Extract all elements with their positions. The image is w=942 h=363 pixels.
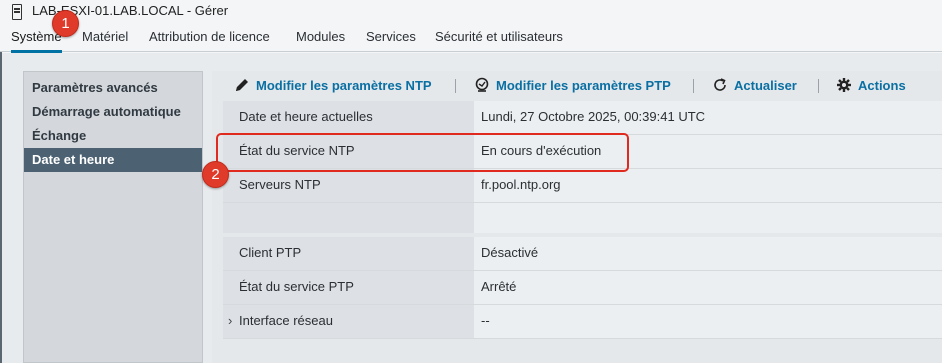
row-value: -- — [474, 305, 942, 338]
refresh-icon — [712, 77, 728, 93]
pencil-icon — [234, 77, 250, 93]
tab-services[interactable]: Services — [366, 29, 416, 50]
nav-item-parametres-avances[interactable]: Paramètres avancés — [24, 76, 202, 100]
table-row: Client PTP Désactivé — [223, 237, 942, 271]
table-row: Serveurs NTP fr.pool.ntp.org — [223, 169, 942, 203]
refresh-button[interactable]: Actualiser — [712, 77, 797, 93]
edit-ptp-label: Modifier les paramètres PTP — [496, 77, 671, 93]
row-label: Client PTP — [223, 237, 474, 270]
content-area: Paramètres avancés Démarrage automatique… — [2, 53, 942, 363]
table-spacer — [223, 203, 942, 233]
annotation-badge-2: 2 — [202, 161, 229, 188]
ntp-status-highlight — [216, 133, 629, 172]
chevron-right-icon[interactable]: › — [228, 313, 232, 328]
toolbar-divider — [693, 79, 694, 93]
row-label: › Interface réseau — [223, 305, 474, 338]
nav-item-echange[interactable]: Échange — [24, 124, 202, 148]
table-row: Date et heure actuelles Lundi, 27 Octobr… — [223, 101, 942, 135]
tab-modules[interactable]: Modules — [296, 29, 345, 50]
title-bar: LAB-ESXI-01.LAB.LOCAL - Gérer — [0, 0, 942, 22]
tab-licence[interactable]: Attribution de licence — [149, 29, 270, 50]
tab-materiel[interactable]: Matériel — [82, 29, 128, 50]
refresh-label: Actualiser — [734, 77, 797, 93]
ptp-icon — [474, 77, 490, 93]
tab-systeme[interactable]: Système — [11, 29, 62, 53]
tab-securite[interactable]: Sécurité et utilisateurs — [435, 29, 563, 50]
edit-ptp-button[interactable]: Modifier les paramètres PTP — [474, 77, 671, 93]
toolbar-divider — [818, 79, 819, 93]
edit-ntp-button[interactable]: Modifier les paramètres NTP — [234, 77, 432, 93]
nav-item-date-et-heure[interactable]: Date et heure — [24, 148, 202, 172]
toolbar-divider — [455, 79, 456, 93]
row-value: Lundi, 27 Octobre 2025, 00:39:41 UTC — [474, 101, 942, 134]
toolbar: Modifier les paramètres NTP Modifier les… — [212, 71, 942, 101]
row-label: Date et heure actuelles — [223, 101, 474, 134]
row-value: fr.pool.ntp.org — [474, 169, 942, 202]
row-label: Serveurs NTP — [223, 169, 474, 202]
row-label: État du service PTP — [223, 271, 474, 304]
settings-nav: Paramètres avancés Démarrage automatique… — [23, 71, 203, 363]
gear-icon — [836, 77, 852, 93]
main-panel: Modifier les paramètres NTP Modifier les… — [212, 71, 942, 363]
tab-bar: Système Matériel Attribution de licence … — [0, 24, 942, 53]
nav-item-demarrage-automatique[interactable]: Démarrage automatique — [24, 100, 202, 124]
row-value: Arrêté — [474, 271, 942, 304]
row-value: Désactivé — [474, 237, 942, 270]
actions-button[interactable]: Actions — [836, 77, 906, 93]
annotation-badge-1: 1 — [52, 10, 79, 37]
table-row: État du service PTP Arrêté — [223, 271, 942, 305]
table-row-expandable[interactable]: › Interface réseau -- — [223, 305, 942, 339]
actions-label: Actions — [858, 77, 906, 93]
server-icon — [12, 4, 22, 20]
edit-ntp-label: Modifier les paramètres NTP — [256, 77, 432, 93]
